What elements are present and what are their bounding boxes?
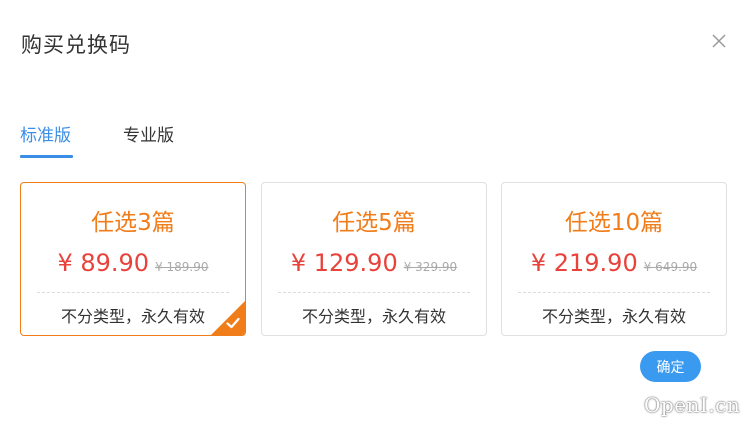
plan-original-price: ¥ 649.90: [643, 260, 698, 274]
confirm-button[interactable]: 确定: [640, 351, 701, 382]
card-divider: [278, 292, 470, 293]
plan-price: ¥ 219.90: [530, 249, 638, 277]
plan-name: 任选3篇: [91, 210, 175, 236]
plan-original-price: ¥ 189.90: [155, 260, 209, 274]
tab-standard[interactable]: 标准版: [20, 121, 71, 146]
purchase-dialog: 购买兑换码 标准版 专业版 任选3篇 ¥ 89.90 ¥ 189.90 不分类型，…: [0, 0, 750, 421]
tab-professional[interactable]: 专业版: [123, 121, 174, 146]
check-icon: [226, 317, 240, 329]
price-row: ¥ 219.90 ¥ 649.90: [502, 249, 726, 277]
card-divider: [37, 292, 229, 293]
price-row: ¥ 89.90 ¥ 189.90: [21, 249, 245, 277]
plan-original-price: ¥ 329.90: [403, 260, 458, 274]
plan-card-3[interactable]: 任选3篇 ¥ 89.90 ¥ 189.90 不分类型，永久有效: [20, 182, 246, 336]
dialog-title: 购买兑换码: [21, 33, 131, 57]
plan-card-5[interactable]: 任选5篇 ¥ 129.90 ¥ 329.90 不分类型，永久有效: [261, 182, 487, 336]
watermark: OpenI.cn: [644, 393, 741, 417]
close-icon[interactable]: [708, 30, 730, 52]
plan-description: 不分类型，永久有效: [541, 307, 686, 326]
plan-card-10[interactable]: 任选10篇 ¥ 219.90 ¥ 649.90 不分类型，永久有效: [501, 182, 727, 336]
plan-name: 任选10篇: [564, 210, 664, 236]
plan-description: 不分类型，永久有效: [301, 307, 446, 326]
card-divider: [518, 292, 710, 293]
price-row: ¥ 129.90 ¥ 329.90: [262, 249, 486, 277]
plan-price: ¥ 89.90: [57, 249, 150, 277]
plan-price: ¥ 129.90: [290, 249, 398, 277]
plan-name: 任选5篇: [332, 210, 416, 236]
active-tab-indicator: [20, 155, 73, 158]
close-icon-glyph: [712, 34, 726, 48]
